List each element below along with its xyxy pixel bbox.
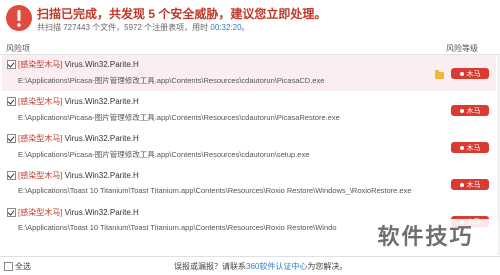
threat-checkbox[interactable] (7, 97, 16, 106)
badge-dot-icon (459, 145, 464, 150)
threat-name: [感染型木马] Virus.Win32.Parite.H (18, 96, 139, 107)
risk-level-badge[interactable]: 木马 (451, 68, 489, 79)
column-risk-item: 风险项 (6, 44, 30, 53)
risk-level-label: 木马 (466, 70, 481, 78)
scan-result-header: 扫描已完成，共发现 5 个安全威胁，建议您立即处理。 共扫描 727443 个文… (0, 0, 500, 38)
threat-type: [感染型木马] (18, 134, 63, 143)
threat-row[interactable]: [感染型木马] Virus.Win32.Parite.H E:\Applicat… (2, 166, 496, 202)
list-column-header: 风险项 风险等级 (0, 41, 500, 55)
select-all-label[interactable]: 全选 (15, 261, 31, 272)
risk-level-label: 木马 (466, 181, 481, 189)
threat-type: [感染型木马] (18, 60, 63, 69)
scan-summary-text: 共扫描 727443 个文件，5972 个注册表项，用时 (37, 23, 211, 32)
badge-dot-icon (459, 108, 464, 113)
badge-dot-icon (459, 71, 464, 76)
risk-level-label: 木马 (466, 144, 481, 152)
risk-level-badge[interactable]: 木马 (451, 179, 489, 190)
virus-name: Virus.Win32.Parite.H (62, 208, 139, 217)
badge-dot-icon (459, 182, 464, 187)
threat-type: [感染型木马] (18, 171, 63, 180)
warning-shield-icon (6, 5, 32, 31)
risk-level-badge[interactable]: 木马 (451, 142, 489, 153)
feedback-text: 误报或漏报？请联系 (174, 262, 246, 271)
feedback-text-end: 为您解决。 (307, 262, 348, 271)
threat-row[interactable]: [感染型木马] Virus.Win32.Parite.H E:\Applicat… (2, 55, 496, 91)
threat-name: [感染型木马] Virus.Win32.Parite.H (18, 170, 139, 181)
threat-name: [感染型木马] Virus.Win32.Parite.H (18, 59, 139, 70)
threat-type: [感染型木马] (18, 208, 63, 217)
threat-row[interactable]: [感染型木马] Virus.Win32.Parite.H E:\Applicat… (2, 129, 496, 165)
threat-path: E:\Applications\Toast 10 Titanium\Toast … (18, 186, 412, 195)
threat-checkbox[interactable] (7, 208, 16, 217)
feedback-help: 误报或漏报？请联系360软件认证中心为您解决。 (174, 261, 347, 272)
watermark: 软件技巧 (353, 219, 498, 251)
threat-type: [感染型木马] (18, 97, 63, 106)
scan-summary-end: 。 (241, 23, 250, 32)
virus-name: Virus.Win32.Parite.H (62, 97, 139, 106)
select-all-checkbox[interactable] (4, 262, 13, 271)
open-folder-icon[interactable] (435, 70, 444, 79)
virus-name: Virus.Win32.Parite.H (62, 134, 139, 143)
threat-checkbox[interactable] (7, 171, 16, 180)
scan-summary: 共扫描 727443 个文件，5972 个注册表项，用时 00:32:20。 (37, 22, 250, 33)
threat-name: [感染型木马] Virus.Win32.Parite.H (18, 133, 139, 144)
risk-level-badge[interactable]: 木马 (451, 105, 489, 116)
scan-duration: 00:32:20 (210, 23, 242, 32)
column-risk-level: 风险等级 (446, 44, 478, 53)
footer-bar: 全选 误报或漏报？请联系360软件认证中心为您解决。 (0, 256, 500, 275)
risk-level-label: 木马 (466, 107, 481, 115)
threat-path: E:\Applications\Picasa-图片管理修改工具.app\Cont… (18, 113, 340, 122)
certification-center-link[interactable]: 360软件认证中心 (246, 262, 307, 271)
threat-path: E:\Applications\Picasa-图片管理修改工具.app\Cont… (18, 150, 310, 159)
virus-name: Virus.Win32.Parite.H (62, 60, 139, 69)
threat-checkbox[interactable] (7, 134, 16, 143)
threat-path: E:\Applications\Picasa-图片管理修改工具.app\Cont… (18, 76, 325, 85)
threat-row[interactable]: [感染型木马] Virus.Win32.Parite.H E:\Applicat… (2, 92, 496, 128)
scan-result-title: 扫描已完成，共发现 5 个安全威胁，建议您立即处理。 (37, 7, 327, 21)
threat-name: [感染型木马] Virus.Win32.Parite.H (18, 207, 139, 218)
virus-name: Virus.Win32.Parite.H (62, 171, 139, 180)
threat-checkbox[interactable] (7, 60, 16, 69)
